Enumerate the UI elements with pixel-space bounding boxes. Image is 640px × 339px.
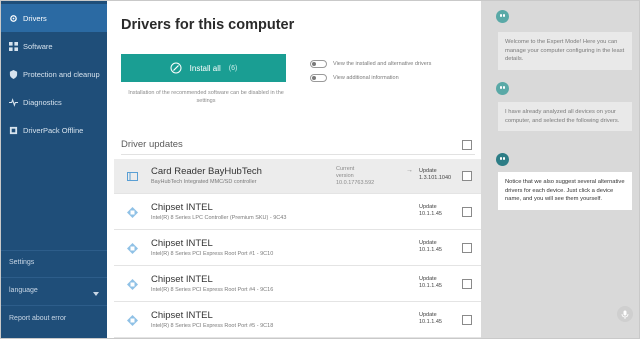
sidebar-item-offline[interactable]: DriverPack Offline (1, 116, 107, 144)
driver-description: BayHubTech Integrated MMC/SD controller (151, 179, 257, 185)
settings-link[interactable]: Settings (9, 259, 34, 266)
current-version: Current version 10.0.17763.592 (336, 166, 374, 187)
driver-description: Intel(R) 8 Series PCI Express Root Port … (151, 287, 274, 293)
update-version: Update 1.3.101.1040 (419, 168, 451, 182)
shield-icon (9, 69, 18, 79)
update-version: Update 10.1.1.45 (419, 276, 442, 290)
current-label: Current (336, 166, 355, 172)
divider (1, 277, 107, 278)
sidebar-item-label: Software (23, 41, 53, 51)
driver-name[interactable]: Chipset INTEL (151, 310, 213, 321)
driver-row[interactable]: Chipset INTEL Intel(R) 8 Series PCI Expr… (114, 267, 481, 302)
update-version: Update 10.1.1.45 (419, 240, 442, 254)
page-title: Drivers for this computer (121, 17, 295, 33)
toggle-additional-label: View additional information (333, 75, 399, 81)
assistant-panel: Welcome to the Expert Mode! Here you can… (481, 1, 639, 338)
chip-icon (127, 207, 138, 218)
assistant-message: I have already analyzed all devices on y… (498, 102, 632, 131)
update-version-value: 10.1.1.45 (419, 211, 442, 217)
sidebar-item-label: Diagnostics (23, 97, 62, 107)
sidebar-item-diagnostics[interactable]: Diagnostics (1, 88, 107, 116)
update-label: Update (419, 168, 437, 174)
sidebar-item-label: Protection and cleanup (23, 69, 100, 79)
driver-row[interactable]: Chipset INTEL Intel(R) 8 Series PCI Expr… (114, 303, 481, 338)
sidebar-item-software[interactable]: Software (1, 32, 107, 60)
driver-checkbox[interactable] (462, 171, 472, 181)
update-label: Update (419, 312, 437, 318)
microphone-icon[interactable] (617, 306, 633, 322)
assistant-avatar-icon (496, 82, 509, 95)
download-icon (9, 126, 18, 134)
divider (1, 305, 107, 306)
update-version: Update 10.1.1.45 (419, 312, 442, 326)
update-version-value: 10.1.1.45 (419, 247, 442, 253)
current-version-value: 10.0.17763.592 (336, 180, 375, 186)
driver-row[interactable]: Card Reader BayHubTech BayHubTech Integr… (114, 159, 481, 194)
sidebar-item-label: DriverPack Offline (23, 125, 84, 135)
pulse-icon (9, 97, 18, 107)
chip-icon (127, 279, 138, 290)
assistant-avatar-icon (496, 153, 509, 166)
driver-checkbox[interactable] (462, 315, 472, 325)
update-version-value: 10.1.1.45 (419, 283, 442, 289)
driver-checkbox[interactable] (462, 207, 472, 217)
sidebar-item-drivers[interactable]: Drivers (1, 4, 107, 32)
chip-icon (127, 243, 138, 254)
report-error-link[interactable]: Report about error (9, 315, 66, 322)
driver-row[interactable]: Chipset INTEL Intel(R) 8 Series PCI Expr… (114, 231, 481, 266)
sidebar-item-label: Drivers (23, 13, 47, 23)
install-all-button[interactable]: Install all (6) (121, 54, 286, 82)
assistant-message: Welcome to the Expert Mode! Here you can… (498, 32, 632, 70)
main-panel: Drivers for this computer Install all (6… (107, 1, 481, 338)
chevron-down-icon (93, 292, 99, 296)
grid-icon (9, 41, 18, 51)
arrow-right-icon: → (406, 167, 413, 174)
update-label: Update (419, 276, 437, 282)
update-label: Update (419, 240, 437, 246)
divider (1, 250, 107, 251)
update-version-value: 10.1.1.45 (419, 319, 442, 325)
driver-name[interactable]: Chipset INTEL (151, 202, 213, 213)
driver-description: Intel(R) 8 Series PCI Express Root Port … (151, 251, 274, 257)
driver-name[interactable]: Chipset INTEL (151, 274, 213, 285)
chip-icon (127, 315, 138, 326)
assistant-avatar-icon (496, 10, 509, 23)
install-note: Installation of the recommended software… (128, 90, 284, 104)
driver-row[interactable]: Chipset INTEL Intel(R) 8 Series LPC Cont… (114, 195, 481, 230)
driver-name[interactable]: Chipset INTEL (151, 238, 213, 249)
install-count-badge: (6) (228, 64, 238, 72)
install-all-label: Install all (189, 63, 221, 73)
wrench-icon (170, 62, 182, 74)
section-title: Driver updates (121, 139, 183, 150)
toggle-installed-label: View the installed and alternative drive… (333, 61, 432, 67)
driver-name[interactable]: Card Reader BayHubTech (151, 166, 262, 177)
toggle-switch[interactable] (310, 60, 327, 68)
divider (121, 154, 475, 155)
update-version: Update 10.1.1.45 (419, 204, 442, 218)
sidebar: Drivers Software Protection and cleanup … (1, 1, 107, 338)
toggle-additional-row[interactable]: View additional information (310, 74, 399, 82)
driver-checkbox[interactable] (462, 243, 472, 253)
driver-description: Intel(R) 8 Series LPC Controller (Premiu… (151, 215, 287, 221)
sidebar-item-protection[interactable]: Protection and cleanup (1, 60, 107, 88)
current-version-label: version (336, 173, 354, 179)
toggle-installed-row[interactable]: View the installed and alternative drive… (310, 60, 431, 68)
update-version-value: 1.3.101.1040 (419, 175, 452, 181)
select-all-checkbox[interactable] (462, 140, 472, 150)
toggle-switch[interactable] (310, 74, 327, 82)
driver-description: Intel(R) 8 Series PCI Express Root Port … (151, 323, 274, 329)
driver-checkbox[interactable] (462, 279, 472, 289)
language-select[interactable]: language (9, 287, 38, 294)
gear-icon (10, 14, 17, 22)
update-label: Update (419, 204, 437, 210)
assistant-message: Notice that we also suggest several alte… (498, 172, 632, 210)
folder-icon (127, 172, 138, 181)
